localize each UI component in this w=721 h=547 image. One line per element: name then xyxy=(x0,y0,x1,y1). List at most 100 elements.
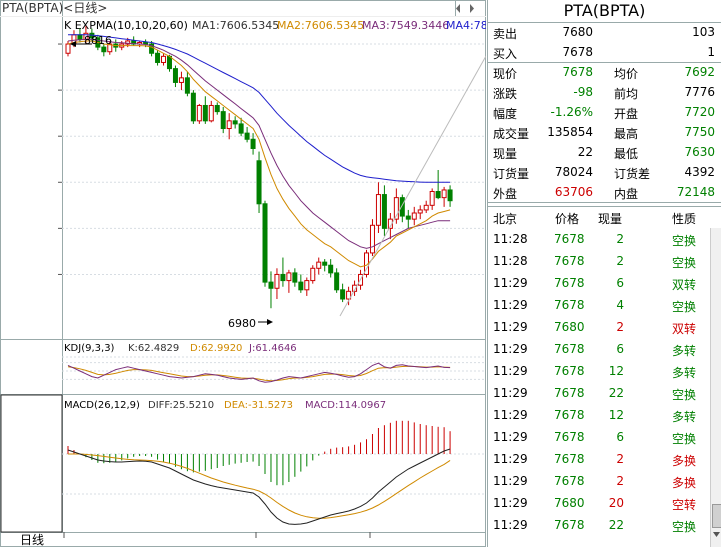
macd-macd-value: MACD:114.0967 xyxy=(305,400,386,411)
trade-row[interactable]: 11:29 7678 22 空换 xyxy=(488,514,710,536)
quote-label2: 订货差 xyxy=(614,167,651,181)
candle-body xyxy=(190,92,196,122)
macd-diff-value: DIFF:25.5210 xyxy=(148,400,214,411)
trades-list[interactable]: 11:28 7678 2 空换 11:28 7678 2 空换 11:29 7678 6 双转 11:2… xyxy=(488,228,710,547)
quote-value: 78024 xyxy=(554,165,593,179)
quote-row: 现量 22 最低 7630 xyxy=(488,142,721,162)
trade-volume: 6 xyxy=(616,342,624,356)
quote-row: 卖出 7680 103 xyxy=(488,22,721,42)
trade-nature: 多换 xyxy=(672,476,697,490)
candle-body xyxy=(310,267,316,282)
kdj-label: KDJ(9,3,3) xyxy=(64,343,115,354)
trade-row[interactable]: 11:29 7678 6 多转 xyxy=(488,338,710,360)
quote-label: 买入 xyxy=(493,47,518,61)
trade-price: 7678 xyxy=(554,298,585,312)
trade-row[interactable]: 11:29 7680 20 空转 xyxy=(488,492,710,514)
trade-row[interactable]: 11:28 7678 2 空换 xyxy=(488,250,710,272)
trade-row[interactable]: 11:28 7678 2 空换 xyxy=(488,228,710,250)
quote-value2: 103 xyxy=(692,25,715,39)
quote-row: 现价 7678 均价 7692 xyxy=(488,62,721,82)
quote-row: 订货量 78024 订货差 4392 xyxy=(488,162,721,182)
chart-svg[interactable]: PTA(BPTA)<日线> K EXPMA(10,10,20,60) MA1:7… xyxy=(0,0,486,547)
candle-body xyxy=(161,55,167,63)
trade-nature: 空换 xyxy=(672,256,697,270)
trade-nature: 双转 xyxy=(672,278,697,292)
candle-body xyxy=(262,203,268,283)
quote-value: 63706 xyxy=(554,185,593,199)
trade-row[interactable]: 11:29 7678 6 双转 xyxy=(488,272,710,294)
trade-row[interactable]: 11:29 7678 22 空换 xyxy=(488,382,710,404)
trade-row[interactable]: 11:29 7678 2 多换 xyxy=(488,448,710,470)
chart-area[interactable]: PTA(BPTA)<日线> K EXPMA(10,10,20,60) MA1:7… xyxy=(0,0,486,547)
trades-scrollbar[interactable] xyxy=(710,228,721,547)
ma2-value: MA2:7606.5345 xyxy=(277,19,364,32)
quote-label: 卖出 xyxy=(493,27,518,41)
candle-body xyxy=(417,209,423,214)
candle-body xyxy=(214,104,220,113)
candle-body xyxy=(268,281,274,289)
kdj-d-value: D:62.9920 xyxy=(190,343,242,354)
trade-nature: 多换 xyxy=(672,454,697,468)
scrollbar-thumb[interactable] xyxy=(712,504,721,528)
trade-time: 11:29 xyxy=(493,430,528,444)
kdj-j-value: J:61.4646 xyxy=(248,343,297,354)
quote-value2: 1 xyxy=(707,45,715,59)
candle-body xyxy=(405,215,411,220)
trade-volume: 4 xyxy=(616,298,624,312)
candle-body xyxy=(423,204,429,211)
high-label: 8816 xyxy=(84,34,112,47)
quote-label: 涨跌 xyxy=(493,87,518,101)
trade-volume: 6 xyxy=(616,276,624,290)
candle-body xyxy=(369,224,375,254)
low-label: 6980 xyxy=(228,317,256,330)
trade-nature: 空换 xyxy=(672,234,697,248)
quote-value2: 7776 xyxy=(684,85,715,99)
trade-nature: 空换 xyxy=(672,388,697,402)
trade-time: 11:29 xyxy=(493,298,528,312)
trade-price: 7678 xyxy=(554,408,585,422)
candle-body xyxy=(155,52,161,63)
trade-volume: 2 xyxy=(616,254,624,268)
trade-time: 11:29 xyxy=(493,320,528,334)
candle-body xyxy=(334,272,340,291)
trade-time: 11:29 xyxy=(493,364,528,378)
candle-body xyxy=(316,261,322,269)
trade-row[interactable]: 11:29 7678 12 多转 xyxy=(488,404,710,426)
trade-nature: 空转 xyxy=(672,498,697,512)
candle-body xyxy=(381,194,387,229)
quote-value2: 7630 xyxy=(684,145,715,159)
trades-header-price: 价格 xyxy=(555,212,580,226)
trade-price: 7678 xyxy=(554,364,585,378)
candle-body xyxy=(143,42,149,45)
candle-body xyxy=(184,77,190,94)
quote-row: 幅度 -1.26% 开盘 7720 xyxy=(488,102,721,122)
chart-title[interactable]: PTA(BPTA)<日线> xyxy=(2,1,107,15)
scroll-down-icon[interactable] xyxy=(711,530,721,540)
period-label[interactable]: 日线 xyxy=(20,533,44,547)
trade-row[interactable]: 11:29 7680 2 双转 xyxy=(488,316,710,338)
trade-price: 7678 xyxy=(554,342,585,356)
trade-row[interactable]: 11:29 7678 2 多换 xyxy=(488,470,710,492)
trade-time: 11:28 xyxy=(493,254,528,268)
candle-body xyxy=(65,43,71,54)
candle-body xyxy=(429,190,435,206)
candle-body xyxy=(238,123,244,134)
trade-row[interactable]: 11:29 7678 4 空换 xyxy=(488,294,710,316)
trade-price: 7678 xyxy=(554,518,585,532)
quote-value2: 7720 xyxy=(684,105,715,119)
trades-header: 北京 价格 现量 性质 xyxy=(488,206,721,229)
quote-label: 外盘 xyxy=(493,187,518,201)
ma3-value: MA3:7549.3446 xyxy=(362,19,449,32)
candle-body xyxy=(208,104,214,122)
quote-panel: PTA(BPTA) 卖出 7680 103 买入 7678 1 现价 7678 均价 7692 涨跌… xyxy=(487,0,721,547)
candle-body xyxy=(322,261,328,266)
quote-title-bar: PTA(BPTA) xyxy=(488,0,721,23)
quote-label: 现价 xyxy=(493,67,518,81)
quote-value2: 7750 xyxy=(684,125,715,139)
macd-label: MACD(26,12,9) xyxy=(64,400,140,411)
trade-row[interactable]: 11:29 7678 12 多转 xyxy=(488,360,710,382)
quote-value2: 7692 xyxy=(684,65,715,79)
quote-label2: 前均 xyxy=(614,87,639,101)
quote-label2: 开盘 xyxy=(614,107,639,121)
trade-row[interactable]: 11:29 7678 6 空换 xyxy=(488,426,710,448)
